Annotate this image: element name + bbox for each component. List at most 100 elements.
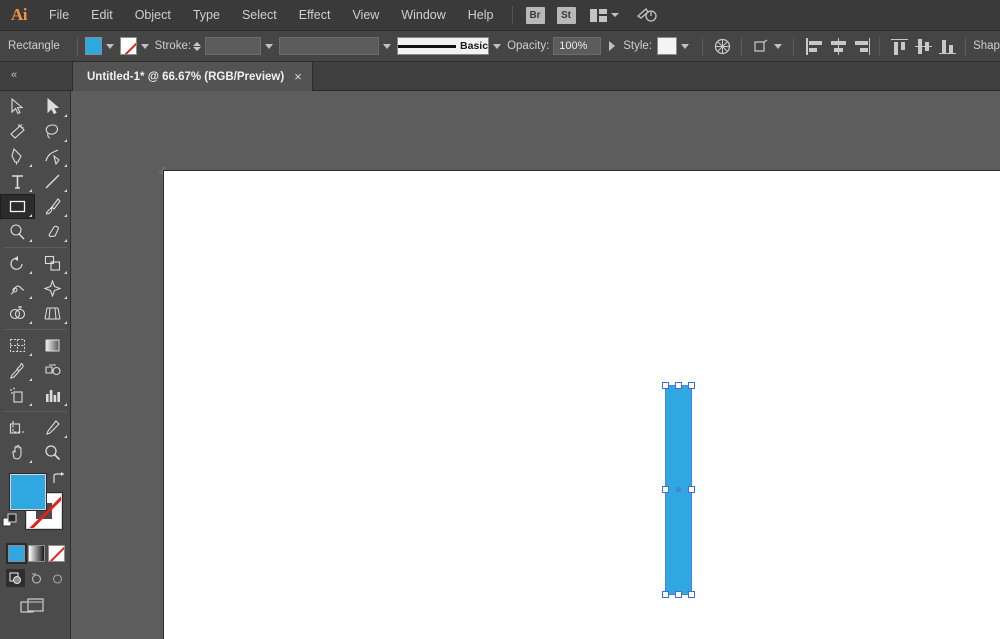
opacity-expand-icon[interactable] (609, 41, 616, 51)
recolor-artwork-icon[interactable] (713, 36, 731, 56)
arrange-documents-icon (589, 8, 607, 22)
stock-button[interactable]: St (556, 6, 576, 24)
free-transform-tool[interactable] (35, 276, 70, 301)
menu-item-object[interactable]: Object (124, 0, 182, 31)
artboard[interactable] (163, 170, 1000, 639)
chevron-down-icon (610, 13, 619, 17)
menu-item-help[interactable]: Help (457, 0, 505, 31)
rectangle-tool[interactable] (0, 194, 35, 219)
control-divider-3 (741, 36, 743, 56)
stroke-swatch[interactable] (119, 37, 137, 55)
blend-tool[interactable] (35, 358, 70, 383)
direct-selection-tool[interactable] (35, 94, 70, 119)
stroke-profile-preview-icon (398, 44, 457, 48)
stroke-weight-input[interactable] (205, 37, 262, 55)
align-bottom-icon[interactable] (938, 38, 956, 55)
hand-tool[interactable] (0, 440, 35, 465)
column-graph-tool[interactable] (35, 383, 70, 408)
selection-tool[interactable] (0, 94, 35, 119)
line-segment-tool[interactable] (35, 169, 70, 194)
pen-tool[interactable] (0, 144, 35, 169)
collapse-panel-icon[interactable]: « (4, 67, 24, 83)
paintbrush-tool[interactable] (35, 194, 70, 219)
opacity-input[interactable]: 100% (553, 37, 602, 55)
artboard-tool[interactable] (0, 415, 35, 440)
tool-grid (0, 91, 71, 465)
drawing-inside-button[interactable] (48, 569, 67, 587)
menu-item-window[interactable]: Window (390, 0, 456, 31)
fill-chevron-down-icon[interactable] (105, 43, 114, 49)
fill-color-swatch[interactable] (10, 474, 46, 510)
menu-item-view[interactable]: View (341, 0, 390, 31)
menu-item-file[interactable]: File (38, 0, 80, 31)
handle-top-center (675, 382, 682, 389)
variable-width-chevron-down-icon[interactable] (383, 43, 392, 49)
align-top-icon[interactable] (891, 38, 909, 55)
width-tool[interactable] (0, 276, 35, 301)
control-divider-5 (879, 36, 881, 56)
handle-middle-left (662, 486, 669, 493)
stroke-profile-dropdown[interactable]: Basic (397, 37, 490, 55)
curvature-tool[interactable] (35, 144, 70, 169)
mesh-tool[interactable] (0, 333, 35, 358)
type-tool[interactable] (0, 169, 35, 194)
menubar-divider (511, 6, 513, 24)
scale-tool[interactable] (35, 251, 70, 276)
close-icon[interactable]: × (294, 70, 302, 83)
tool-divider-2 (4, 329, 67, 330)
style-chevron-down-icon[interactable] (681, 43, 690, 49)
rotate-tool[interactable] (0, 251, 35, 276)
shape-builder-tool[interactable] (0, 301, 35, 326)
menu-item-select[interactable]: Select (231, 0, 288, 31)
slice-tool[interactable] (35, 415, 70, 440)
handle-bottom-left (662, 591, 669, 598)
none-button[interactable] (48, 545, 65, 562)
stroke-chevron-down-icon[interactable] (140, 43, 149, 49)
drawing-normal-button[interactable] (6, 569, 25, 587)
align-vertical-center-icon[interactable] (914, 38, 932, 55)
variable-width-profile-input[interactable] (279, 37, 380, 55)
color-button[interactable] (8, 545, 25, 562)
shape-label[interactable]: Shap (973, 40, 1000, 52)
align-right-icon[interactable] (853, 37, 871, 55)
control-bar: Rectangle Stroke: Basic Opacity: 100% St… (0, 31, 1000, 62)
change-screen-mode-icon[interactable] (0, 587, 70, 620)
stroke-weight-stepper[interactable] (193, 41, 202, 51)
gradient-button[interactable] (28, 545, 45, 562)
default-fill-stroke-icon[interactable] (2, 513, 18, 529)
gradient-tool[interactable] (35, 333, 70, 358)
drawing-behind-button[interactable] (27, 569, 46, 587)
menu-item-effect[interactable]: Effect (288, 0, 342, 31)
align-left-icon[interactable] (805, 37, 823, 55)
zoom-tool[interactable] (35, 440, 70, 465)
shaper-tool[interactable] (0, 219, 35, 244)
eraser-tool[interactable] (35, 219, 70, 244)
eyedropper-tool[interactable] (0, 358, 35, 383)
handle-top-left (662, 382, 669, 389)
stroke-weight-chevron-down-icon[interactable] (265, 43, 274, 49)
graphic-style-swatch[interactable] (657, 37, 678, 55)
lasso-tool[interactable] (35, 119, 70, 144)
menu-item-type[interactable]: Type (182, 0, 231, 31)
align-horizontal-center-icon[interactable] (829, 37, 846, 55)
swap-fill-stroke-icon[interactable] (51, 471, 67, 487)
symbol-sprayer-tool[interactable] (0, 383, 35, 408)
fill-swatch[interactable] (84, 37, 102, 55)
document-tab[interactable]: Untitled-1* @ 66.67% (RGB/Preview) × (72, 62, 313, 91)
transform-chevron-down-icon[interactable] (774, 43, 783, 49)
perspective-grid-tool[interactable] (35, 301, 70, 326)
tool-divider-3 (4, 411, 67, 412)
control-divider-2 (702, 36, 704, 56)
transform-icon[interactable] (752, 36, 770, 56)
stroke-profile-chevron-down-icon[interactable] (493, 43, 502, 49)
tools-panel (0, 91, 71, 639)
menu-item-edit[interactable]: Edit (80, 0, 124, 31)
arrange-documents-button[interactable] (589, 8, 619, 22)
bridge-button[interactable]: Br (525, 6, 545, 24)
app-logo-icon: Ai (11, 5, 28, 24)
magic-wand-tool[interactable] (0, 119, 35, 144)
workspace-switcher-icon[interactable] (635, 5, 659, 25)
control-divider (77, 36, 78, 56)
handle-bottom-center (675, 591, 682, 598)
canvas-area[interactable] (71, 91, 1000, 639)
